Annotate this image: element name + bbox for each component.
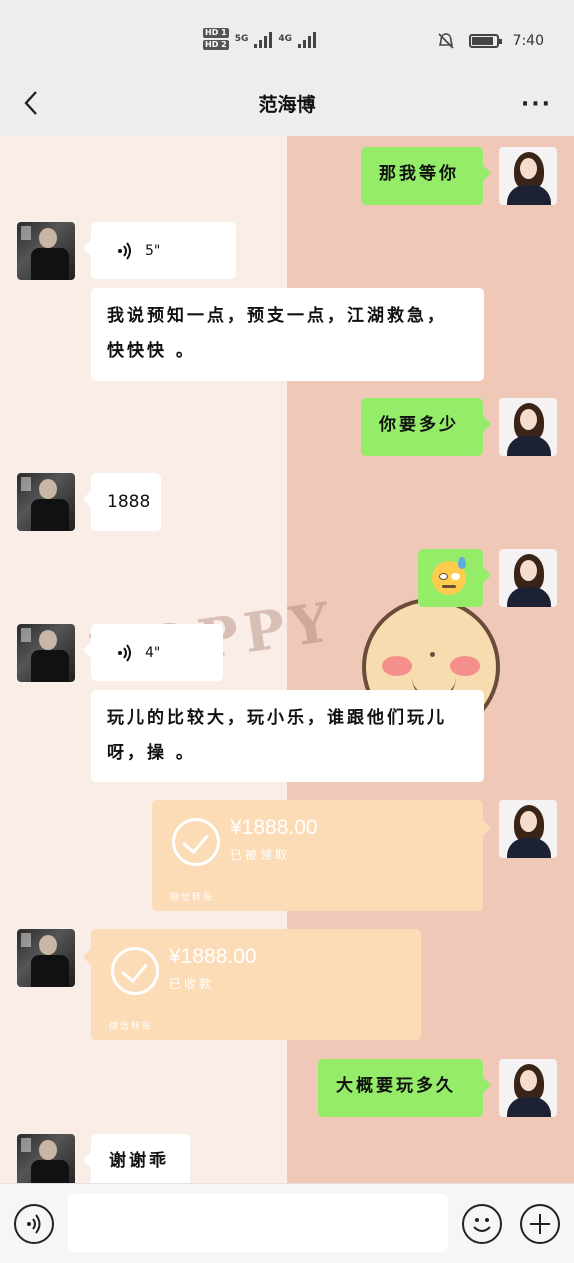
message-input[interactable] xyxy=(68,1194,448,1252)
sweat-drop-icon xyxy=(458,557,466,569)
avatar-contact[interactable] xyxy=(17,624,75,682)
voice-duration: 4" xyxy=(145,644,161,661)
message-bubble-received[interactable]: 1888 xyxy=(83,473,161,531)
avatar-self[interactable] xyxy=(499,398,557,456)
emoji-message[interactable] xyxy=(418,549,491,607)
avatar-contact[interactable] xyxy=(17,222,75,280)
status-bar: HD 1 HD 2 5G 4G 7:40 xyxy=(0,0,574,74)
message-line: 呀，操 。 xyxy=(107,743,196,763)
message-line: 我说预知一点，预支一点，江湖救急， xyxy=(107,306,447,326)
check-circle-icon xyxy=(172,818,220,866)
avatar-self[interactable] xyxy=(499,549,557,607)
transfer-status: 已被领取 xyxy=(230,848,291,862)
transfer-amount: ¥1888.00 xyxy=(230,816,318,839)
voice-duration: 5" xyxy=(145,242,161,259)
transfer-footer: 微信转账 xyxy=(109,1022,154,1032)
voice-message[interactable]: 5" xyxy=(83,222,236,279)
transfer-footer: 微信转账 xyxy=(170,893,215,903)
message-bubble-sent[interactable]: 那我等你 xyxy=(361,147,491,205)
chat-header: 范海博 ··· xyxy=(0,74,574,136)
input-bar xyxy=(0,1183,574,1263)
avatar-self[interactable] xyxy=(499,147,557,205)
voice-message[interactable]: 4" xyxy=(83,624,223,681)
avatar-self[interactable] xyxy=(499,800,557,858)
battery-icon xyxy=(468,34,502,48)
message-bubble-sent[interactable]: 你要多少 xyxy=(361,398,491,456)
voice-wave-icon xyxy=(118,241,131,260)
avatar-self[interactable] xyxy=(499,1059,557,1117)
message-text: 那我等你 xyxy=(379,164,459,184)
hd-badge-1: HD 1 xyxy=(203,28,229,38)
network-5g-label: 5G xyxy=(234,34,249,44)
signal-icon-2 xyxy=(298,30,316,48)
message-line: 快快快 。 xyxy=(107,341,196,361)
message-text: 1888 xyxy=(107,492,151,512)
network-4g-label: 4G xyxy=(278,34,292,44)
emoji-icon[interactable] xyxy=(462,1204,502,1244)
message-line: 玩儿的比较大，玩小乐，谁跟他们玩儿 xyxy=(107,708,447,728)
avatar-contact[interactable] xyxy=(17,929,75,987)
message-bubble-received[interactable]: 我说预知一点，预支一点，江湖救急， 快快快 。 xyxy=(91,288,484,381)
message-text: 你要多少 xyxy=(379,415,459,435)
transfer-card-received[interactable]: ¥1888.00 已收款 微信转账 xyxy=(83,929,421,1040)
mute-bell-icon xyxy=(437,33,454,49)
transfer-card-sent[interactable]: ¥1888.00 已被领取 微信转账 xyxy=(152,800,491,911)
chat-area[interactable]: HOPPY 那我等你 5" 我说预知一点，预支一点，江湖救急， 快快快 。 你要… xyxy=(0,136,574,1183)
avatar-contact[interactable] xyxy=(17,1134,75,1183)
voice-wave-icon xyxy=(118,643,131,662)
message-bubble-received[interactable]: 谢谢乖 xyxy=(83,1134,190,1183)
message-bubble-sent[interactable]: 大概要玩多久 xyxy=(318,1059,491,1117)
clock: 7:40 xyxy=(512,33,544,49)
avatar-contact[interactable] xyxy=(17,473,75,531)
message-text: 大概要玩多久 xyxy=(336,1076,456,1096)
check-circle-icon xyxy=(111,947,159,995)
more-dots-icon[interactable]: ··· xyxy=(521,92,552,117)
message-text: 谢谢乖 xyxy=(109,1151,169,1171)
hd-badge-2: HD 2 xyxy=(203,40,229,50)
plus-icon[interactable] xyxy=(520,1204,560,1244)
transfer-amount: ¥1888.00 xyxy=(169,945,257,968)
transfer-status: 已收款 xyxy=(169,977,215,991)
voice-mode-icon[interactable] xyxy=(14,1204,54,1244)
signal-icon xyxy=(254,30,273,48)
network-indicators: HD 1 HD 2 5G 4G xyxy=(203,28,316,50)
message-bubble-received[interactable]: 玩儿的比较大，玩小乐，谁跟他们玩儿 呀，操 。 xyxy=(91,690,484,782)
chat-title: 范海博 xyxy=(258,94,316,116)
